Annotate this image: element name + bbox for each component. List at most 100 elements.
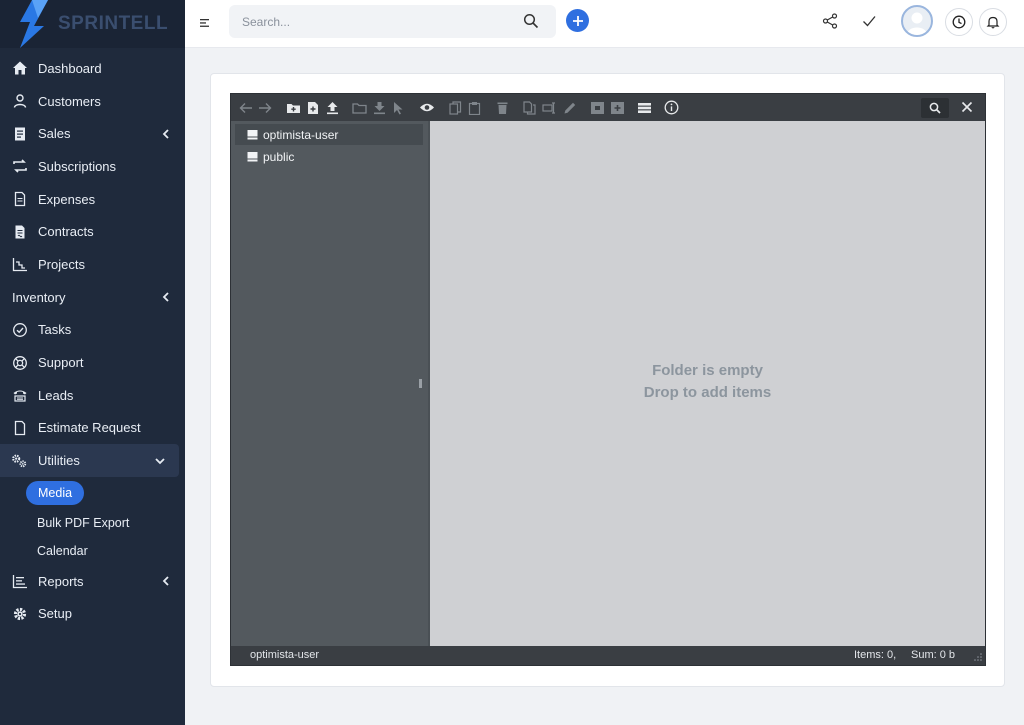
sidebar-item-label: Utilities [38, 453, 80, 469]
receipt-icon [11, 125, 28, 142]
sidebar: SPRINTELL Dashboard Customers Sales Subs… [0, 0, 185, 725]
trash-icon[interactable] [496, 100, 508, 115]
bell-icon [986, 16, 1000, 29]
home-icon [11, 60, 28, 77]
status-path: optimista-user [250, 649, 320, 661]
upload-icon[interactable] [325, 100, 339, 115]
status-size-sum: Sum: 0 b [911, 649, 956, 661]
file-manager-toolbar [231, 94, 985, 121]
drive-icon [247, 151, 258, 162]
sidebar-item-label: Reports [38, 573, 84, 589]
sidebar-item-reports[interactable]: Reports [0, 565, 185, 598]
sidebar-item-expenses[interactable]: Expenses [0, 183, 185, 216]
status-items-count: Items: 0, [854, 649, 897, 661]
tree-item-label: optimista-user [263, 127, 339, 142]
sidebar-item-label: Sales [38, 126, 71, 142]
sidebar-subitem-media[interactable]: Media [0, 477, 185, 509]
lifebuoy-icon [11, 354, 28, 371]
preview-eye-icon[interactable] [419, 100, 435, 115]
file-text-icon [11, 191, 28, 208]
share-icon[interactable] [821, 12, 839, 30]
sidebar-item-label: Dashboard [38, 60, 102, 76]
create-archive-icon[interactable] [610, 100, 625, 115]
brand-name: SPRINTELL [58, 13, 169, 34]
sidebar-item-leads[interactable]: Leads [0, 379, 185, 412]
tree-item-label: public [263, 149, 295, 164]
sidebar-item-sales[interactable]: Sales [0, 117, 185, 150]
sidebar-item-label: Projects [38, 256, 85, 272]
sidebar-item-estimate-request[interactable]: Estimate Request [0, 412, 185, 445]
check-circle-icon [11, 321, 28, 338]
resize-grip-icon[interactable] [973, 650, 983, 662]
sidebar-item-label: Support [38, 355, 84, 371]
rename-icon[interactable] [542, 100, 557, 115]
menu-toggle-icon[interactable] [198, 16, 212, 30]
tree-item-optimista-user[interactable]: optimista-user [235, 124, 423, 145]
sidebar-subitem-calendar[interactable]: Calendar [0, 537, 185, 565]
repeat-icon [11, 158, 28, 175]
sidebar-nav: Dashboard Customers Sales Subscriptions … [0, 48, 185, 630]
chevron-left-icon [161, 576, 171, 586]
sidebar-item-label: Subscriptions [38, 158, 117, 174]
brand-logo[interactable]: SPRINTELL [0, 0, 185, 48]
sidebar-subitem-label: Media [26, 480, 85, 505]
forward-arrow-icon[interactable] [258, 100, 272, 115]
back-arrow-icon[interactable] [239, 100, 253, 115]
open-folder-icon[interactable] [352, 100, 367, 115]
notifications-button[interactable] [979, 8, 1007, 36]
download-icon[interactable] [373, 100, 386, 115]
logo-mark-icon [20, 0, 48, 48]
duplicate-icon[interactable] [523, 100, 536, 115]
sidebar-item-projects[interactable]: Projects [0, 248, 185, 281]
sidebar-item-subscriptions[interactable]: Subscriptions [0, 150, 185, 183]
paste-icon[interactable] [468, 100, 481, 115]
tree-resize-handle[interactable] [419, 379, 422, 388]
file-search-button[interactable] [921, 98, 949, 118]
sidebar-item-label: Setup [38, 606, 72, 622]
edit-pencil-icon[interactable] [563, 100, 577, 115]
bar-list-icon [11, 573, 28, 590]
tree-item-public[interactable]: public [235, 146, 423, 167]
close-icon[interactable] [959, 99, 975, 115]
timer-button[interactable] [945, 8, 973, 36]
chart-icon [11, 256, 28, 273]
new-folder-icon[interactable] [286, 100, 301, 115]
sidebar-item-label: Contracts [38, 224, 94, 240]
file-icon [11, 419, 28, 436]
info-icon[interactable] [664, 100, 679, 115]
sidebar-subitem-bulk-pdf-export[interactable]: Bulk PDF Export [0, 509, 185, 537]
phone-icon [11, 387, 28, 404]
sidebar-item-label: Estimate Request [38, 420, 141, 436]
select-pointer-icon[interactable] [393, 100, 403, 115]
sidebar-item-label: Expenses [38, 191, 96, 207]
new-file-icon[interactable] [306, 100, 319, 115]
sidebar-item-inventory[interactable]: Inventory [0, 281, 185, 314]
check-icon[interactable] [860, 12, 878, 30]
chevron-left-icon [161, 129, 171, 139]
clock-icon [952, 15, 966, 29]
sidebar-subitem-label: Bulk PDF Export [37, 515, 130, 530]
status-bar: optimista-user Items: 0, Sum: 0 b [231, 646, 985, 665]
folder-content-area[interactable]: Folder is empty Drop to add items [428, 121, 985, 646]
sidebar-item-setup[interactable]: Setup [0, 598, 185, 631]
cogs-icon [11, 452, 28, 469]
sidebar-item-support[interactable]: Support [0, 346, 185, 379]
quick-add-button[interactable] [566, 9, 589, 32]
empty-folder-message: Folder is empty Drop to add items [430, 360, 985, 404]
file-manager: optimista-user public Folder is empty Dr… [230, 93, 986, 666]
user-avatar-icon [907, 12, 927, 35]
drive-icon [247, 129, 258, 140]
sidebar-item-tasks[interactable]: Tasks [0, 314, 185, 347]
extract-archive-icon[interactable] [590, 100, 605, 115]
sidebar-item-label: Tasks [38, 322, 72, 338]
sidebar-item-customers[interactable]: Customers [0, 85, 185, 118]
sidebar-item-contracts[interactable]: Contracts [0, 215, 185, 248]
search-icon[interactable] [523, 13, 539, 29]
list-view-icon[interactable] [637, 100, 652, 115]
copy-icon[interactable] [449, 100, 462, 115]
sidebar-item-dashboard[interactable]: Dashboard [0, 52, 185, 85]
search-input[interactable] [229, 5, 556, 38]
avatar[interactable] [901, 5, 933, 37]
search-icon [929, 102, 941, 114]
sidebar-item-utilities[interactable]: Utilities [0, 444, 179, 477]
